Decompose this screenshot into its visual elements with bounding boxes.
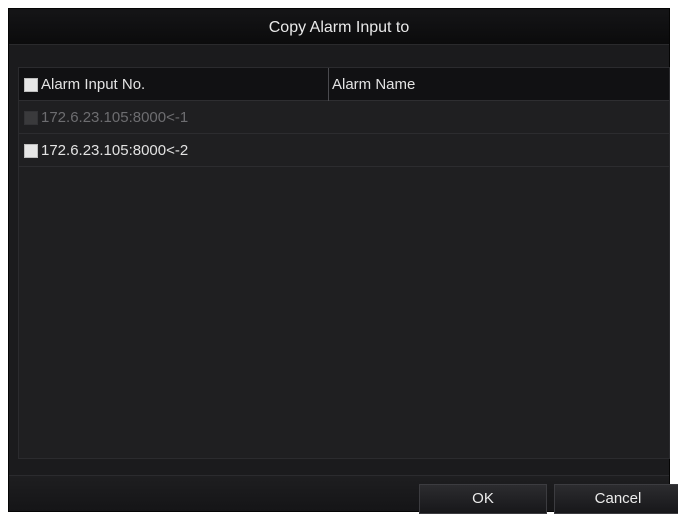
- alarm-input-table: Alarm Input No. Alarm Name 172.6.23.105:…: [18, 67, 670, 459]
- row-alarm-input-no: 172.6.23.105:8000<-2: [41, 142, 189, 159]
- column-divider[interactable]: [328, 68, 329, 101]
- row-checkbox-disabled: [24, 111, 38, 125]
- row-checkbox[interactable]: [24, 144, 38, 158]
- ok-button[interactable]: OK: [419, 484, 547, 514]
- table-row: 172.6.23.105:8000<-1: [19, 101, 669, 134]
- column-header-alarm-input-no[interactable]: Alarm Input No.: [41, 76, 145, 93]
- cancel-button[interactable]: Cancel: [554, 484, 678, 514]
- copy-alarm-input-dialog: Copy Alarm Input to Alarm Input No. Alar…: [8, 8, 678, 514]
- table-row[interactable]: 172.6.23.105:8000<-2: [19, 134, 669, 167]
- row-alarm-input-no: 172.6.23.105:8000<-1: [41, 109, 189, 126]
- dialog-title: Copy Alarm Input to: [268, 19, 410, 36]
- dialog-titlebar: Copy Alarm Input to: [9, 9, 669, 45]
- select-all-checkbox[interactable]: [24, 78, 38, 92]
- dialog-footer: OK Cancel: [9, 475, 678, 514]
- column-header-alarm-name[interactable]: Alarm Name: [332, 76, 415, 93]
- table-header: Alarm Input No. Alarm Name: [19, 68, 669, 101]
